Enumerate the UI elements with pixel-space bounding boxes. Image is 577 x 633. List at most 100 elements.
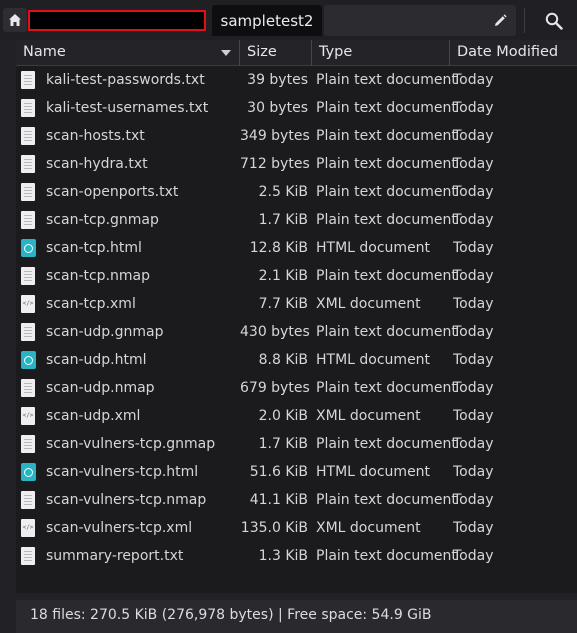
file-date-modified: Today	[453, 268, 494, 284]
file-row[interactable]: scan-tcp.nmap 2.1 KiB Plain text document T…	[16, 262, 577, 290]
file-size: 41.1 KiB	[249, 492, 308, 508]
column-header-type[interactable]: Type	[312, 40, 450, 66]
file-type: Plain text document	[316, 324, 457, 340]
file-size: 135.0 KiB	[240, 520, 308, 536]
file-size: 8.8 KiB	[258, 352, 308, 368]
file-type: XML document	[316, 520, 421, 536]
html-file-icon	[21, 239, 36, 257]
file-row[interactable]: scan-hosts.txt 349 bytes Plain text docume…	[16, 122, 577, 150]
file-list-view: Name Size Type Date Modified kali-test-p…	[16, 40, 577, 593]
file-name: scan-openports.txt	[46, 184, 179, 200]
file-name: scan-hydra.txt	[46, 156, 148, 172]
file-icon-cell	[21, 155, 36, 173]
file-size: 430 bytes	[240, 324, 310, 340]
file-name: kali-test-passwords.txt	[46, 72, 205, 88]
file-type: Plain text document	[316, 72, 457, 88]
file-row[interactable]: </> scan-udp.xml 2.0 KiB XML document Today	[16, 402, 577, 430]
status-bar: 18 files: 270.5 KiB (276,978 bytes) | Fr…	[16, 600, 577, 633]
file-type: HTML document	[316, 240, 431, 256]
current-folder-crumb[interactable]: sampletest2	[212, 5, 322, 36]
file-icon-cell	[21, 183, 36, 201]
text-file-icon	[21, 127, 35, 145]
xml-file-icon: </>	[21, 519, 35, 537]
file-type: Plain text document	[316, 268, 457, 284]
redacted-path-segment[interactable]	[28, 10, 206, 31]
file-row[interactable]: scan-vulners-tcp.html 51.6 KiB HTML docume…	[16, 458, 577, 486]
file-name: scan-hosts.txt	[46, 128, 145, 144]
file-row[interactable]: kali-test-usernames.txt 30 bytes Plain tex…	[16, 94, 577, 122]
file-row[interactable]: </> scan-vulners-tcp.xml 135.0 KiB XML docu…	[16, 514, 577, 542]
file-date-modified: Today	[453, 212, 494, 228]
text-file-icon	[21, 71, 35, 89]
home-button[interactable]	[3, 8, 27, 32]
file-row[interactable]: scan-vulners-tcp.gnmap 1.7 KiB Plain text …	[16, 430, 577, 458]
file-size: 39 bytes	[247, 72, 308, 88]
edit-path-button[interactable]	[490, 11, 510, 31]
file-type: HTML document	[316, 352, 431, 368]
text-file-icon	[21, 435, 35, 453]
search-button[interactable]	[543, 10, 565, 32]
file-row[interactable]: kali-test-passwords.txt 39 bytes Plain tex…	[16, 66, 577, 94]
file-icon-cell	[21, 323, 36, 341]
file-row[interactable]: scan-tcp.gnmap 1.7 KiB Plain text document…	[16, 206, 577, 234]
file-icon-cell: </>	[21, 295, 36, 313]
file-name: scan-udp.html	[46, 352, 147, 368]
text-file-icon	[21, 491, 35, 509]
column-header-date-modified[interactable]: Date Modified	[450, 40, 577, 66]
search-icon	[545, 12, 563, 30]
file-name: scan-vulners-tcp.xml	[46, 520, 193, 536]
file-date-modified: Today	[453, 156, 494, 172]
file-type: Plain text document	[316, 212, 457, 228]
column-header-size[interactable]: Size	[240, 40, 312, 66]
file-icon-cell	[21, 379, 36, 397]
text-file-icon	[21, 547, 35, 565]
file-type: Plain text document	[316, 492, 457, 508]
path-entry-field[interactable]	[324, 5, 516, 36]
file-icon-cell	[21, 491, 36, 509]
file-size: 1.7 KiB	[258, 212, 308, 228]
column-header-name[interactable]: Name	[16, 40, 240, 66]
file-icon-cell	[21, 99, 36, 117]
file-type: Plain text document	[316, 436, 457, 452]
pathbar-separator	[524, 8, 525, 33]
file-name: scan-tcp.nmap	[46, 268, 150, 284]
file-type: Plain text document	[316, 100, 457, 116]
file-size: 1.3 KiB	[258, 548, 308, 564]
file-icon-cell	[21, 211, 36, 229]
file-row[interactable]: scan-vulners-tcp.nmap 41.1 KiB Plain text …	[16, 486, 577, 514]
file-date-modified: Today	[453, 520, 494, 536]
file-row[interactable]: summary-report.txt 1.3 KiB Plain text docu…	[16, 542, 577, 570]
file-name: scan-udp.nmap	[46, 380, 155, 396]
file-date-modified: Today	[453, 324, 494, 340]
file-icon-cell	[21, 435, 36, 453]
file-row[interactable]: </> scan-tcp.xml 7.7 KiB XML document Today	[16, 290, 577, 318]
file-rows: kali-test-passwords.txt 39 bytes Plain tex…	[16, 66, 577, 570]
file-row[interactable]: scan-tcp.html 12.8 KiB HTML document Today	[16, 234, 577, 262]
file-row[interactable]: scan-udp.html 8.8 KiB HTML document Today	[16, 346, 577, 374]
sort-descending-icon	[221, 50, 231, 56]
text-file-icon	[21, 211, 35, 229]
file-name: scan-vulners-tcp.gnmap	[46, 436, 216, 452]
column-header-row: Name Size Type Date Modified	[16, 40, 577, 66]
file-name: scan-vulners-tcp.html	[46, 464, 199, 480]
file-name: scan-udp.xml	[46, 408, 141, 424]
file-row[interactable]: scan-openports.txt 2.5 KiB Plain text docu…	[16, 178, 577, 206]
file-row[interactable]: scan-hydra.txt 712 bytes Plain text docume…	[16, 150, 577, 178]
file-type: HTML document	[316, 464, 431, 480]
text-file-icon	[21, 155, 35, 173]
file-size: 2.1 KiB	[258, 268, 308, 284]
path-bar: sampletest2	[0, 0, 577, 40]
file-type: XML document	[316, 296, 421, 312]
text-file-icon	[21, 267, 35, 285]
file-row[interactable]: scan-udp.gnmap 430 bytes Plain text docume…	[16, 318, 577, 346]
file-type: Plain text document	[316, 128, 457, 144]
file-date-modified: Today	[453, 100, 494, 116]
home-icon	[9, 14, 21, 26]
file-name: scan-tcp.gnmap	[46, 212, 159, 228]
file-size: 2.0 KiB	[258, 408, 308, 424]
file-icon-cell	[21, 239, 36, 257]
file-date-modified: Today	[453, 352, 494, 368]
file-date-modified: Today	[453, 464, 494, 480]
file-row[interactable]: scan-udp.nmap 679 bytes Plain text documen…	[16, 374, 577, 402]
file-name: summary-report.txt	[46, 548, 184, 564]
